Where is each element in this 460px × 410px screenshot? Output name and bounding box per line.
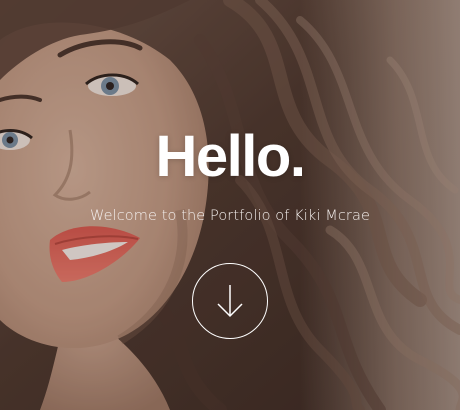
hero-title: Hello. — [155, 124, 306, 189]
scroll-down-button[interactable] — [192, 263, 268, 339]
hero-content: Hello. Welcome to the Portfolio of Kiki … — [0, 0, 460, 410]
hero-section: Hello. Welcome to the Portfolio of Kiki … — [0, 0, 460, 410]
hero-subtitle: Welcome to the Portfolio of Kiki Mcrae — [90, 208, 370, 224]
arrow-down-icon — [217, 285, 243, 318]
